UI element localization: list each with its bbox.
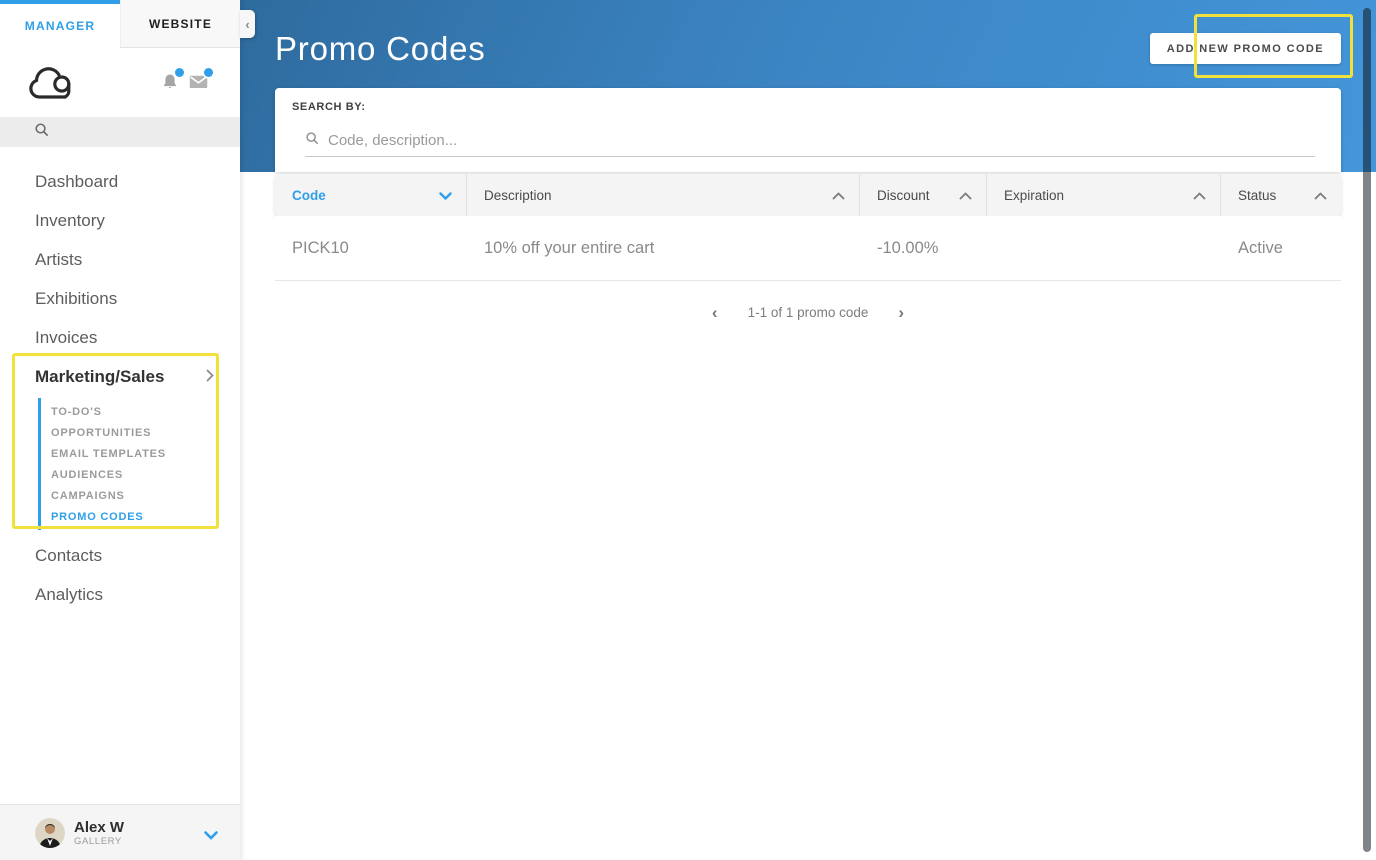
column-header-status[interactable]: Status bbox=[1221, 174, 1341, 216]
sort-chevron-up-icon bbox=[832, 188, 845, 203]
column-header-expiration[interactable]: Expiration bbox=[987, 174, 1221, 216]
sidebar-item-artists[interactable]: Artists bbox=[0, 240, 240, 279]
subnav-item-promo-codes[interactable]: PROMO CODES bbox=[51, 506, 240, 527]
user-name: Alex W bbox=[74, 818, 125, 836]
sidebar-item-analytics[interactable]: Analytics bbox=[0, 575, 240, 614]
tab-website[interactable]: WEBSITE bbox=[120, 0, 240, 48]
sort-chevron-down-icon bbox=[439, 188, 452, 203]
chevron-right-icon bbox=[206, 367, 214, 387]
pagination-label: 1-1 of 1 promo code bbox=[747, 304, 869, 320]
sidebar-tabbar: MANAGER WEBSITE bbox=[0, 0, 240, 48]
search-panel: SEARCH BY: bbox=[275, 88, 1341, 172]
sort-chevron-up-icon bbox=[1314, 188, 1327, 203]
table-row[interactable]: PICK10 10% off your entire cart -10.00% … bbox=[275, 216, 1341, 281]
cell-expiration bbox=[987, 216, 1221, 280]
subnav-item-campaigns[interactable]: CAMPAIGNS bbox=[51, 485, 240, 506]
sort-chevron-up-icon bbox=[1193, 188, 1206, 203]
marketing-subnav: TO-DO'S OPPORTUNITIES EMAIL TEMPLATES AU… bbox=[38, 398, 240, 530]
column-label: Status bbox=[1238, 187, 1277, 203]
pagination-prev-button[interactable]: ‹ bbox=[708, 302, 722, 323]
column-header-description[interactable]: Description bbox=[467, 174, 860, 216]
page-title: Promo Codes bbox=[275, 30, 486, 67]
cell-discount: -10.00% bbox=[877, 238, 939, 257]
promo-search-input[interactable] bbox=[328, 131, 1315, 149]
sort-chevron-up-icon bbox=[959, 188, 972, 203]
pagination: ‹ 1-1 of 1 promo code › bbox=[275, 296, 1341, 328]
subnav-item-to-dos[interactable]: TO-DO'S bbox=[51, 401, 240, 422]
column-header-code[interactable]: Code bbox=[275, 174, 467, 216]
marketing-sales-label: Marketing/Sales bbox=[35, 366, 165, 386]
notification-dot bbox=[175, 68, 184, 77]
column-header-discount[interactable]: Discount bbox=[860, 174, 987, 216]
subnav-item-opportunities[interactable]: OPPORTUNITIES bbox=[51, 422, 240, 443]
add-new-promo-code-button[interactable]: ADD NEW PROMO CODE bbox=[1149, 33, 1341, 64]
subnav-item-email-templates[interactable]: EMAIL TEMPLATES bbox=[51, 443, 240, 464]
artcloud-logo-icon[interactable] bbox=[28, 64, 74, 107]
user-avatar bbox=[35, 817, 65, 848]
collapse-chevron-icon: ‹ bbox=[245, 16, 250, 32]
sidebar-item-marketing-sales[interactable]: Marketing/Sales bbox=[0, 357, 240, 396]
cell-status: Active bbox=[1238, 238, 1283, 257]
sidebar: MANAGER WEBSITE Dashboard Inventory Arti… bbox=[0, 0, 240, 860]
sidebar-item-dashboard[interactable]: Dashboard bbox=[0, 162, 240, 201]
notifications-bell-icon[interactable] bbox=[160, 68, 184, 97]
sidebar-logo-row bbox=[0, 48, 240, 117]
column-label: Discount bbox=[877, 187, 930, 203]
column-label: Expiration bbox=[1004, 187, 1065, 203]
search-icon bbox=[34, 122, 49, 142]
main-content: ‹ Promo Codes ADD NEW PROMO CODE SEARCH … bbox=[240, 0, 1376, 860]
search-by-label: SEARCH BY: bbox=[292, 101, 366, 113]
column-label: Code bbox=[292, 187, 326, 203]
cell-description: 10% off your entire cart bbox=[484, 238, 655, 257]
table-header-row: Code Description Discount Expiration Sta… bbox=[275, 174, 1341, 216]
vertical-scrollbar[interactable] bbox=[1363, 8, 1371, 852]
cell-code: PICK10 bbox=[292, 238, 349, 257]
app-window: MANAGER WEBSITE Dashboard Inventory Arti… bbox=[0, 0, 1376, 860]
tab-manager[interactable]: MANAGER bbox=[0, 0, 120, 48]
user-role: GALLERY bbox=[74, 835, 122, 847]
sidebar-item-inventory[interactable]: Inventory bbox=[0, 201, 240, 240]
sidebar-search-bar[interactable] bbox=[0, 117, 240, 147]
search-icon bbox=[305, 131, 319, 150]
search-field-row bbox=[305, 124, 1315, 157]
chevron-down-icon[interactable] bbox=[204, 827, 218, 845]
sidebar-collapse-toggle[interactable]: ‹ bbox=[240, 10, 255, 38]
sidebar-item-contacts[interactable]: Contacts bbox=[0, 536, 240, 575]
messages-mail-icon[interactable] bbox=[188, 68, 213, 95]
user-meta: Alex W GALLERY bbox=[74, 819, 124, 847]
column-label: Description bbox=[484, 187, 552, 203]
sidebar-item-invoices[interactable]: Invoices bbox=[0, 318, 240, 357]
subnav-item-audiences[interactable]: AUDIENCES bbox=[51, 464, 240, 485]
message-dot bbox=[204, 68, 213, 77]
user-menu[interactable]: Alex W GALLERY bbox=[0, 804, 240, 860]
sidebar-nav: Dashboard Inventory Artists Exhibitions … bbox=[0, 162, 240, 614]
sidebar-item-exhibitions[interactable]: Exhibitions bbox=[0, 279, 240, 318]
pagination-next-button[interactable]: › bbox=[894, 302, 908, 323]
